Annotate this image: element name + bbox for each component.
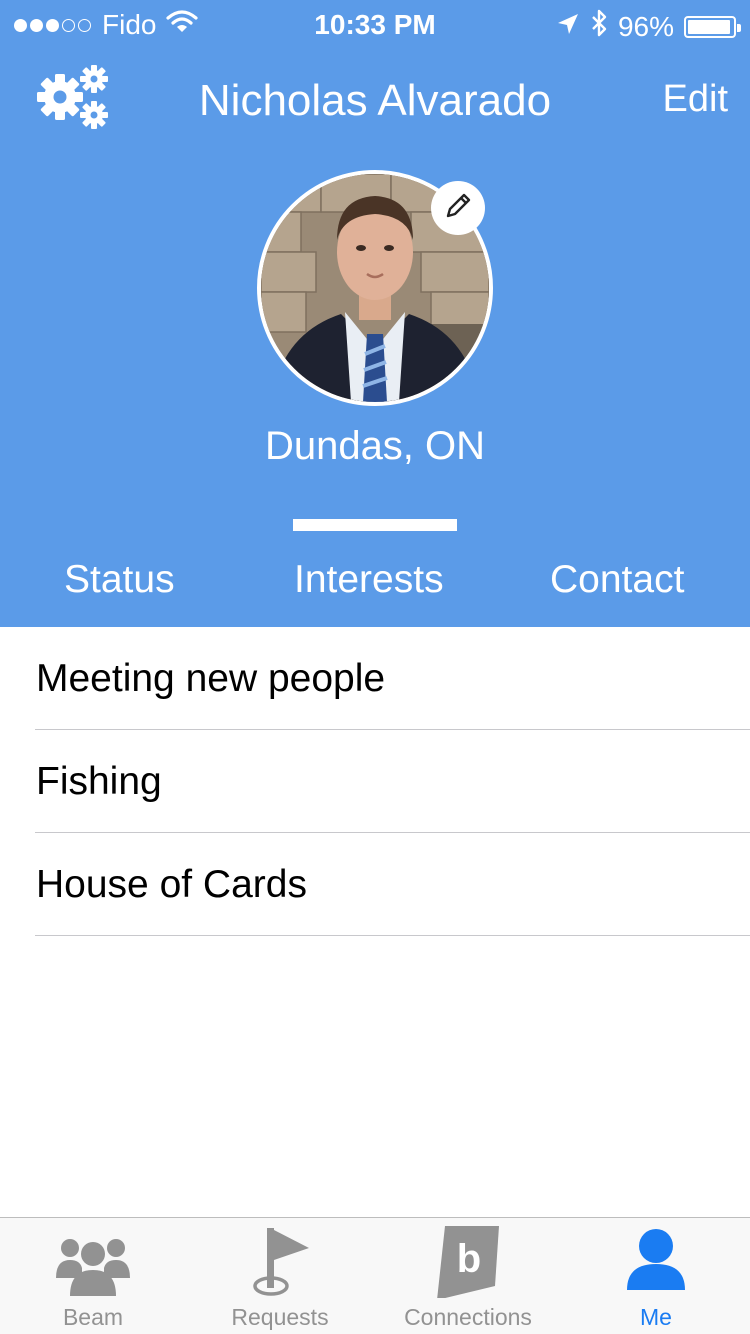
list-item[interactable]: Meeting new people xyxy=(0,627,750,730)
tab-status[interactable]: Status xyxy=(64,558,175,602)
tab-requests[interactable]: Requests xyxy=(215,1218,345,1334)
location-arrow-icon xyxy=(556,11,580,43)
tab-requests-label: Requests xyxy=(231,1304,329,1330)
interests-list: Meeting new people Fishing House of Card… xyxy=(0,627,750,936)
list-item[interactable]: House of Cards xyxy=(0,833,750,936)
profile-header: Fido 10:33 PM 96% Nicholas Alvarado Edit… xyxy=(0,0,750,627)
tab-interests[interactable]: Interests xyxy=(294,558,444,602)
status-bar-right: 96% xyxy=(546,9,741,44)
tab-beam-label: Beam xyxy=(62,1304,124,1330)
group-icon xyxy=(28,1226,158,1298)
person-icon xyxy=(600,1226,712,1294)
location-label: Dundas, ON xyxy=(264,424,486,468)
svg-text:b: b xyxy=(457,1237,481,1281)
edit-button[interactable]: Edit xyxy=(663,78,728,121)
battery-icon xyxy=(684,15,741,38)
bluetooth-icon xyxy=(590,9,608,44)
list-item[interactable]: Fishing xyxy=(0,730,750,833)
active-tab-indicator xyxy=(293,519,457,531)
tab-contact[interactable]: Contact xyxy=(550,558,684,602)
edit-avatar-button[interactable] xyxy=(431,181,485,235)
b-logo-icon: b xyxy=(390,1226,546,1298)
profile-name-title: Nicholas Alvarado xyxy=(198,76,552,125)
battery-percent: 96% xyxy=(617,10,674,42)
status-bar: Fido 10:33 PM 96% xyxy=(0,0,750,50)
flag-icon xyxy=(215,1226,345,1298)
pencil-icon xyxy=(443,191,473,226)
tab-connections[interactable]: b Connections xyxy=(390,1218,546,1334)
bottom-tab-bar: Beam Requests b Connections Me xyxy=(0,1217,750,1334)
tab-me-label: Me xyxy=(640,1304,672,1330)
tab-me[interactable]: Me xyxy=(600,1218,712,1334)
tab-beam[interactable]: Beam xyxy=(28,1218,158,1334)
tab-connections-label: Connections xyxy=(404,1304,532,1330)
